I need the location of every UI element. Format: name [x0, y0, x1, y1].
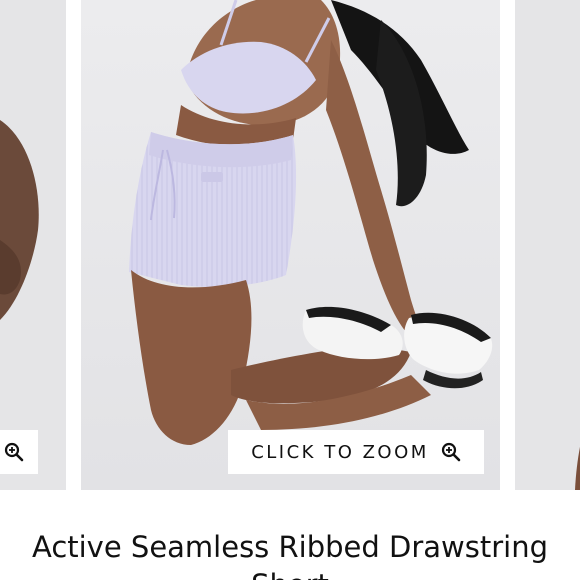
- next-product-image: [515, 0, 580, 490]
- product-image-carousel[interactable]: CLICK TO ZOOM: [0, 0, 580, 490]
- product-image: [81, 0, 500, 490]
- carousel-slide-current[interactable]: CLICK TO ZOOM: [81, 0, 500, 490]
- product-title: Active Seamless Ribbed Drawstring Short: [31, 530, 548, 580]
- zoom-in-icon: [441, 442, 461, 462]
- carousel-slide-next[interactable]: [515, 0, 580, 490]
- carousel-slide-previous[interactable]: [0, 0, 66, 490]
- click-to-zoom-button[interactable]: CLICK TO ZOOM: [228, 430, 484, 474]
- zoom-label: CLICK TO ZOOM: [251, 441, 429, 463]
- product-page: CLICK TO ZOOM Active Seamless Ribbed Dra…: [0, 0, 580, 580]
- product-title-section: Active Seamless Ribbed Drawstring Short: [0, 528, 580, 580]
- zoom-in-icon: [4, 442, 24, 462]
- previous-product-image: [0, 0, 66, 490]
- zoom-button-previous[interactable]: [0, 430, 38, 474]
